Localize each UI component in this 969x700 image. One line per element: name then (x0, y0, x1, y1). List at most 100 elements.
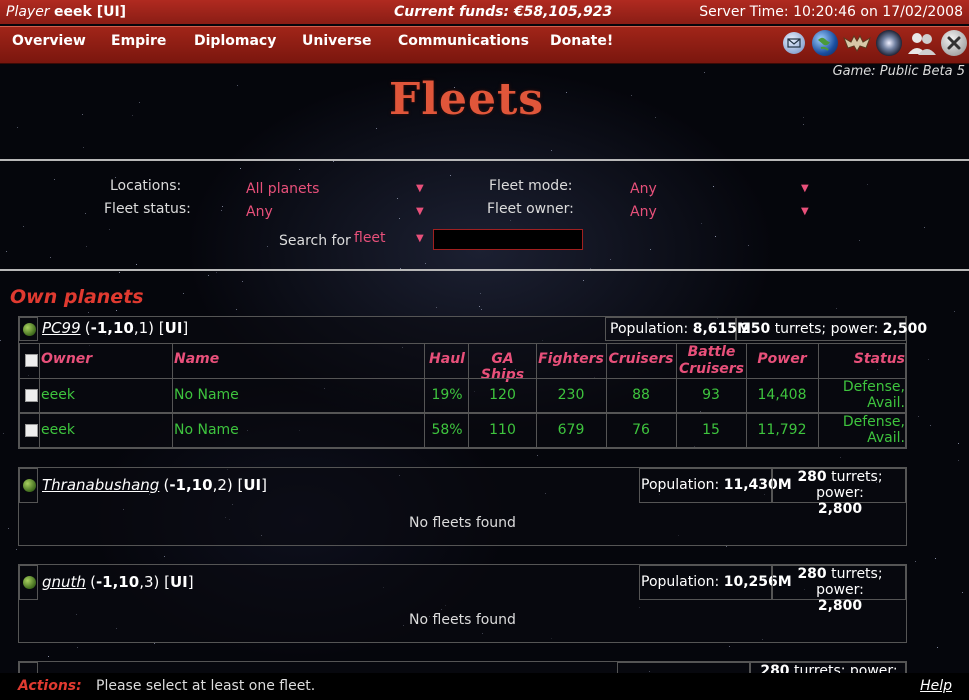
star (0, 340, 1, 341)
row-checkbox[interactable] (25, 389, 38, 402)
close-icon[interactable] (941, 30, 967, 56)
star (399, 218, 400, 219)
fleet-fighters: 679 (557, 422, 585, 438)
star (610, 259, 611, 260)
star (242, 281, 243, 282)
fleet-haul: 58% (431, 422, 463, 438)
menu-donate[interactable]: Donate! (550, 33, 613, 49)
star (83, 147, 84, 148)
bat-icon[interactable] (842, 30, 872, 56)
search-input[interactable] (433, 229, 583, 250)
earth-icon[interactable] (812, 30, 838, 56)
fleet-mode-select[interactable]: Any (630, 181, 657, 197)
fleet-battle-cruisers: 93 (702, 387, 720, 403)
chevron-down-icon[interactable]: ▼ (801, 206, 809, 217)
star (729, 646, 730, 647)
fleet-haul: 19% (431, 387, 463, 403)
star (436, 307, 437, 308)
actions-message: Please select at least one fleet. (96, 678, 316, 694)
star (86, 246, 87, 247)
planet-box: Thranabushang (-1,10,2) [UI] Population:… (18, 467, 907, 546)
header-fighters[interactable]: Fighters (536, 351, 606, 367)
star (139, 102, 140, 103)
fleet-name[interactable]: No Name (174, 422, 239, 438)
star (631, 95, 632, 96)
current-funds: Current funds: €58,105,923 (394, 0, 612, 24)
column-divider (39, 343, 40, 448)
planet-icon (23, 323, 36, 336)
row-checkbox[interactable] (25, 424, 38, 437)
header-haul[interactable]: Haul (425, 351, 469, 367)
chevron-down-icon[interactable]: ▼ (416, 206, 424, 217)
chevron-down-icon[interactable]: ▼ (416, 233, 424, 244)
top-status-bar: Player eeek [UI] Current funds: €58,105,… (0, 0, 969, 24)
star (17, 127, 18, 128)
coord-suffix: ,2) (212, 476, 233, 494)
alliance-tag: UI (169, 573, 188, 591)
game-label: Game: Public Beta 5 (832, 64, 965, 79)
column-divider (468, 343, 469, 448)
fleet-name[interactable]: No Name (174, 387, 239, 403)
column-divider (172, 343, 173, 448)
locations-select[interactable]: All planets (246, 181, 319, 197)
header-status[interactable]: Status (819, 351, 905, 367)
star (3, 433, 4, 434)
menu-overview[interactable]: Overview (12, 33, 86, 49)
star (376, 128, 377, 129)
chevron-down-icon[interactable]: ▼ (801, 183, 809, 194)
star (655, 117, 656, 118)
fleet-status-select[interactable]: Any (246, 204, 273, 220)
actions-label: Actions: (18, 678, 82, 694)
planet-box: PC99 (-1,10,1) [UI] Population: 8,615M 2… (18, 316, 927, 449)
star (701, 223, 702, 224)
fleet-owner[interactable]: eeek (41, 422, 75, 438)
fleet-cruisers: 76 (632, 422, 650, 438)
turrets-text: turrets; power: (816, 469, 883, 501)
status-mode: Defense, (842, 414, 905, 430)
star (958, 460, 959, 461)
star (479, 306, 480, 307)
star (510, 220, 511, 221)
mail-icon[interactable] (783, 32, 805, 54)
planet-name-link[interactable]: gnuth (42, 573, 86, 591)
planet-name-link[interactable]: Thranabushang (42, 476, 159, 494)
fleet-cruisers: 88 (632, 387, 650, 403)
help-link[interactable]: Help (920, 678, 952, 694)
locations-label: Locations: (110, 178, 182, 194)
galaxy-icon[interactable] (876, 30, 902, 56)
star (154, 643, 155, 644)
fleet-owner[interactable]: eeek (41, 387, 75, 403)
planet-header: PC99 (-1,10,1) [UI] (42, 319, 188, 337)
population: Population: 10,256M (641, 574, 792, 590)
header-power[interactable]: Power (746, 351, 818, 367)
users-icon[interactable] (906, 30, 938, 56)
turrets-text: turrets; power: (816, 566, 883, 598)
column-divider (676, 343, 677, 448)
alliance-tag: UI (164, 319, 183, 337)
header-cruisers[interactable]: Cruisers (606, 351, 676, 367)
main-menu: Overview Empire Diplomacy Universe Commu… (0, 26, 969, 64)
menu-diplomacy[interactable]: Diplomacy (194, 33, 276, 49)
star (803, 117, 804, 118)
population-label: Population: (610, 321, 689, 337)
chevron-down-icon[interactable]: ▼ (416, 183, 424, 194)
select-all-checkbox[interactable] (25, 354, 38, 367)
header-battle-cruisers[interactable]: Battle Cruisers (679, 344, 744, 378)
actions-bar: Actions: Please select at least one flee… (0, 673, 969, 700)
star (924, 227, 925, 228)
coord-main: -1,10 (169, 476, 213, 494)
star (82, 114, 83, 115)
planet-icon (23, 576, 36, 589)
planet-name-link[interactable]: PC99 (42, 319, 81, 337)
star (481, 309, 482, 310)
star (425, 263, 426, 264)
search-type-select[interactable]: fleet (354, 230, 386, 246)
fleet-owner-select[interactable]: Any (630, 204, 657, 220)
menu-communications[interactable]: Communications (398, 33, 529, 49)
menu-universe[interactable]: Universe (302, 33, 372, 49)
header-name[interactable]: Name (174, 351, 219, 367)
menu-empire[interactable]: Empire (111, 33, 166, 49)
header-owner[interactable]: Owner (41, 351, 92, 367)
no-fleets-message: No fleets found (409, 612, 516, 628)
population-cell: Population: 11,430M (639, 468, 792, 503)
